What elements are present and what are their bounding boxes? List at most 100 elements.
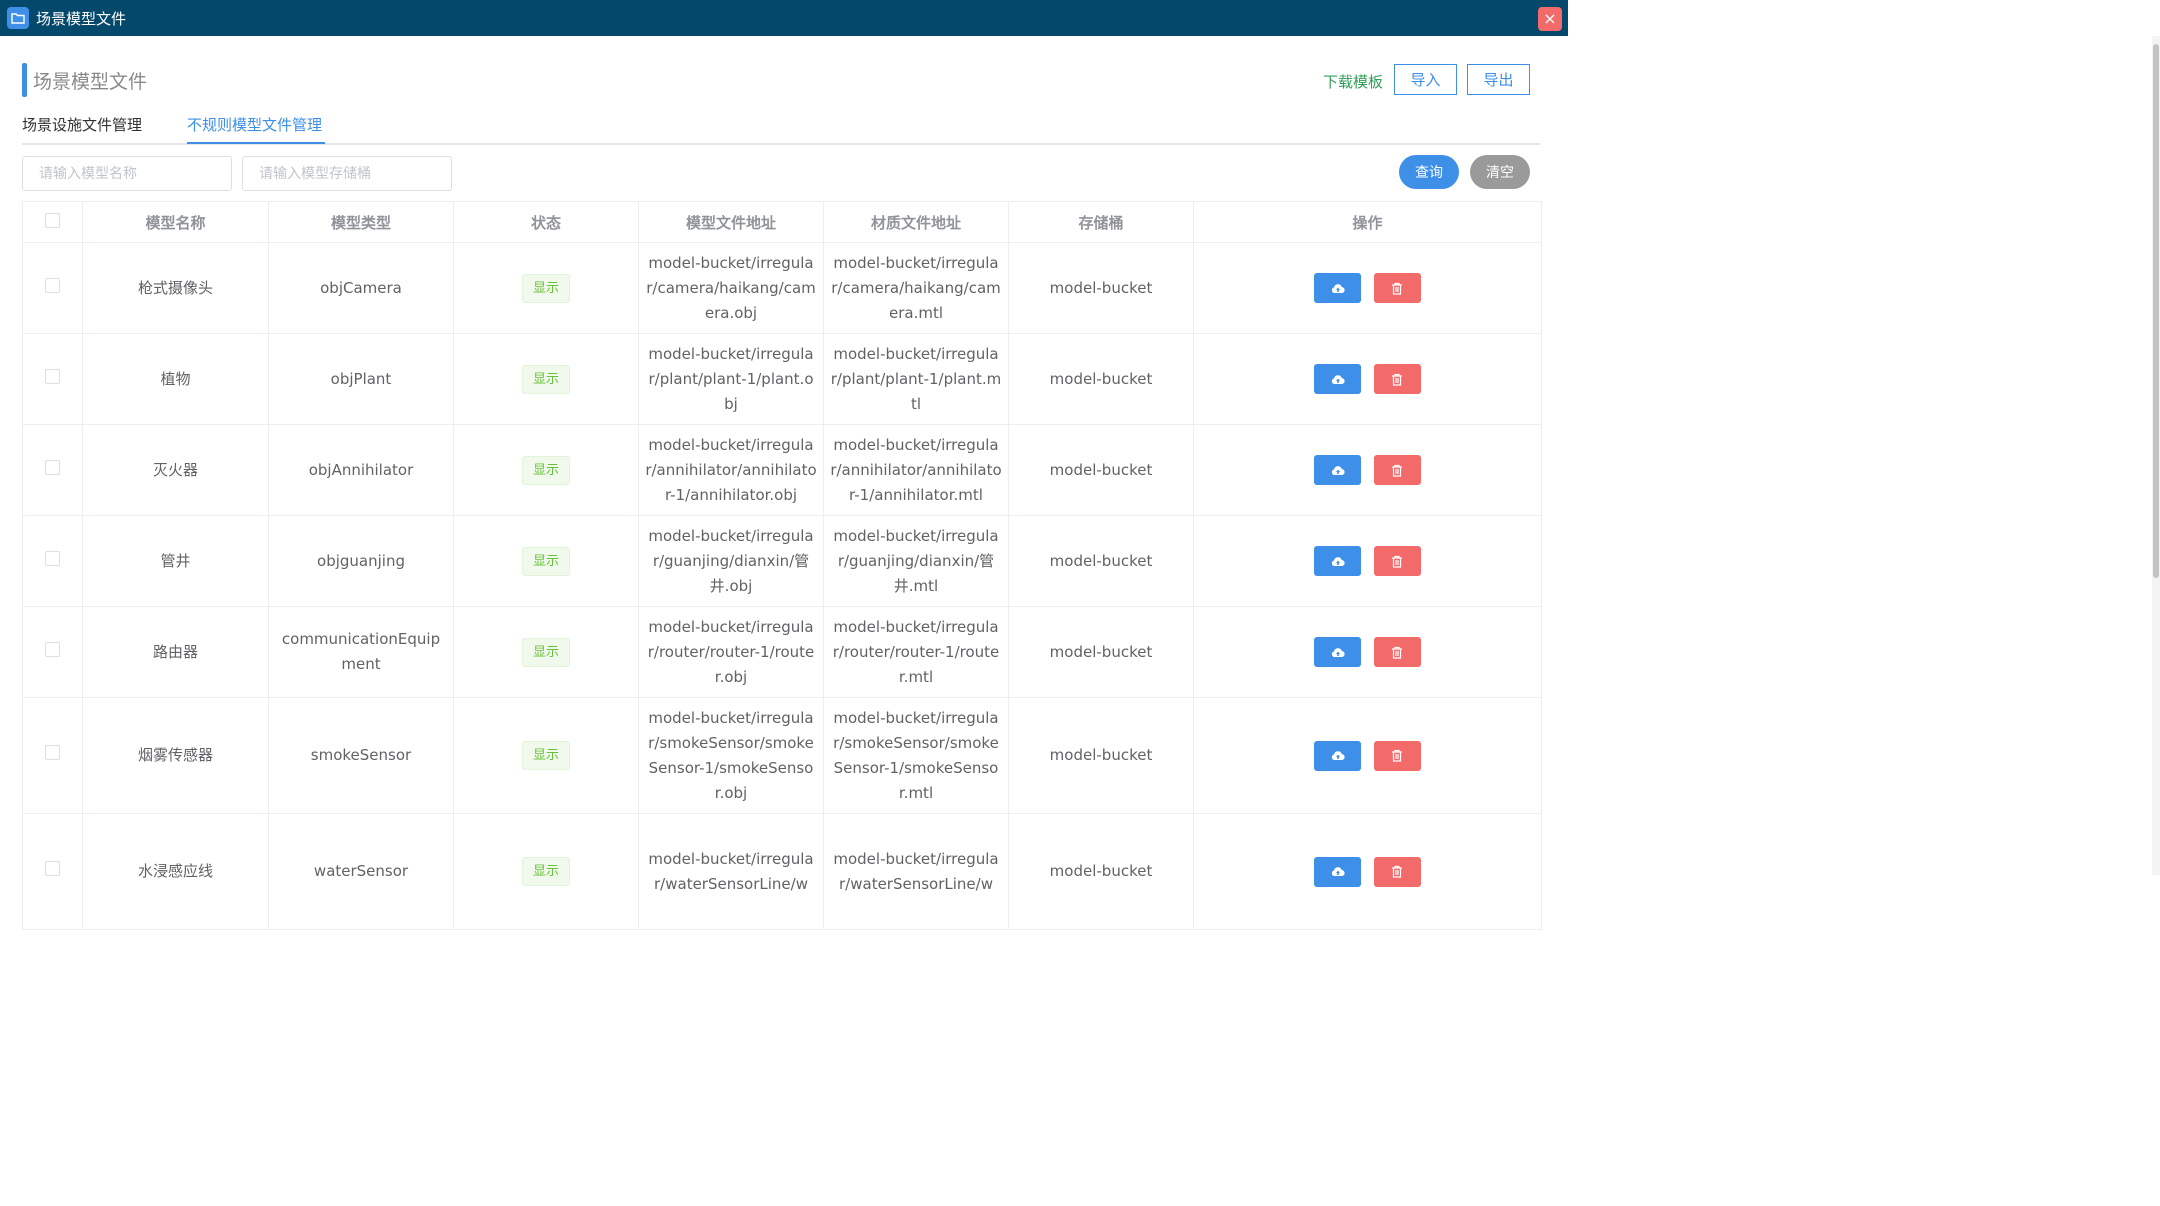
status-cell: 显示: [453, 242, 639, 334]
status-badge: 显示: [521, 546, 570, 576]
row-checkbox[interactable]: [45, 277, 60, 293]
row-select-cell: [22, 242, 83, 334]
table-row: 植物 objPlant 显示 model-bucket/irregular/pl…: [22, 333, 1542, 425]
status-badge: 显示: [521, 637, 570, 667]
table-row: 管井 objguanjing 显示 model-bucket/irregular…: [22, 515, 1542, 607]
upload-button[interactable]: [1314, 740, 1362, 771]
material-path-cell: model-bucket/irregular/annihilator/annih…: [823, 424, 1009, 516]
upload-button[interactable]: [1314, 273, 1362, 303]
model-name-input[interactable]: [22, 156, 232, 191]
column-header: 材质文件地址: [823, 201, 1009, 243]
tab-irregular-model-files[interactable]: 不规则模型文件管理: [187, 114, 322, 135]
tab-facility-files[interactable]: 场景设施文件管理: [22, 114, 142, 135]
clear-button[interactable]: 清空: [1470, 155, 1530, 189]
delete-button[interactable]: [1373, 364, 1421, 394]
folder-icon: [7, 7, 29, 29]
model-name-cell: 管井: [82, 515, 269, 607]
actions-cell: [1193, 242, 1542, 334]
model-name-cell: 烟雾传感器: [82, 697, 269, 814]
bucket-cell: model-bucket: [1008, 606, 1194, 698]
column-header: 模型类型: [268, 201, 454, 243]
actions-cell: [1193, 606, 1542, 698]
bucket-input[interactable]: [242, 156, 452, 191]
model-type-cell: waterSensor: [268, 813, 454, 930]
cloud-upload-icon: [1331, 283, 1345, 293]
upload-button[interactable]: [1314, 546, 1362, 576]
trash-icon: [1392, 749, 1403, 762]
cloud-upload-icon: [1331, 647, 1345, 657]
column-header: 状态: [453, 201, 639, 243]
download-template-link[interactable]: 下载模板: [1323, 71, 1383, 92]
actions-cell: [1193, 697, 1542, 814]
delete-button[interactable]: [1373, 455, 1421, 485]
status-cell: 显示: [453, 424, 639, 516]
delete-button[interactable]: [1373, 740, 1421, 771]
row-select-cell: [22, 333, 83, 425]
column-header: 存储桶: [1008, 201, 1194, 243]
upload-button[interactable]: [1314, 637, 1362, 667]
upload-button[interactable]: [1314, 455, 1362, 485]
row-checkbox[interactable]: [45, 550, 60, 566]
status-badge: 显示: [521, 857, 570, 886]
status-cell: 显示: [453, 333, 639, 425]
row-checkbox[interactable]: [45, 641, 60, 657]
material-path-cell: model-bucket/irregular/guanjing/dianxin/…: [823, 515, 1009, 607]
row-checkbox[interactable]: [45, 745, 60, 760]
actions-cell: [1193, 333, 1542, 425]
column-header: 模型名称: [82, 201, 269, 243]
table-row: 灭火器 objAnnihilator 显示 model-bucket/irreg…: [22, 424, 1542, 516]
material-path-cell: model-bucket/irregular/smokeSensor/smoke…: [823, 697, 1009, 814]
row-select-cell: [22, 606, 83, 698]
status-cell: 显示: [453, 515, 639, 607]
model-type-cell: objPlant: [268, 333, 454, 425]
model-path-cell: model-bucket/irregular/camera/haikang/ca…: [638, 242, 824, 334]
model-name-cell: 水浸感应线: [82, 813, 269, 930]
cloud-upload-icon: [1331, 374, 1345, 384]
row-checkbox[interactable]: [45, 368, 60, 384]
cloud-upload-icon: [1331, 556, 1345, 566]
status-cell: 显示: [453, 697, 639, 814]
trash-icon: [1392, 282, 1403, 295]
close-button[interactable]: ×: [1538, 7, 1562, 31]
row-select-cell: [22, 697, 83, 814]
model-path-cell: model-bucket/irregular/router/router-1/r…: [638, 606, 824, 698]
window-title: 场景模型文件: [36, 9, 127, 28]
model-type-cell: objCamera: [268, 242, 454, 334]
column-header: 模型文件地址: [638, 201, 824, 243]
delete-button[interactable]: [1373, 546, 1421, 576]
close-icon: ×: [1543, 9, 1557, 28]
actions-cell: [1193, 515, 1542, 607]
page-scrollbar-thumb[interactable]: [2153, 44, 2159, 578]
query-button[interactable]: 查询: [1399, 155, 1459, 189]
model-name-cell: 路由器: [82, 606, 269, 698]
status-cell: 显示: [453, 606, 639, 698]
row-select-cell: [22, 424, 83, 516]
delete-button[interactable]: [1373, 273, 1421, 303]
model-path-cell: model-bucket/irregular/annihilator/annih…: [638, 424, 824, 516]
model-path-cell: model-bucket/irregular/waterSensorLine/w: [638, 813, 824, 930]
bucket-cell: model-bucket: [1008, 697, 1194, 814]
model-name-cell: 灭火器: [82, 424, 269, 516]
model-path-cell: model-bucket/irregular/plant/plant-1/pla…: [638, 333, 824, 425]
row-select-cell: [22, 515, 83, 607]
material-path-cell: model-bucket/irregular/camera/haikang/ca…: [823, 242, 1009, 334]
bucket-cell: model-bucket: [1008, 333, 1194, 425]
status-badge: 显示: [521, 273, 570, 303]
select-all-checkbox[interactable]: [45, 212, 60, 228]
status-cell: 显示: [453, 813, 639, 930]
active-tab-indicator: [187, 142, 325, 144]
delete-button[interactable]: [1373, 856, 1421, 887]
trash-icon: [1392, 373, 1403, 386]
bucket-cell: model-bucket: [1008, 242, 1194, 334]
trash-icon: [1392, 464, 1403, 477]
row-checkbox[interactable]: [45, 861, 60, 876]
export-button[interactable]: 导出: [1467, 64, 1530, 95]
tab-bar: 场景设施文件管理 不规则模型文件管理: [22, 109, 1540, 145]
row-checkbox[interactable]: [45, 459, 60, 475]
status-badge: 显示: [521, 741, 570, 770]
delete-button[interactable]: [1373, 637, 1421, 667]
upload-button[interactable]: [1314, 364, 1362, 394]
upload-button[interactable]: [1314, 856, 1362, 887]
import-button[interactable]: 导入: [1394, 64, 1457, 95]
trash-icon: [1392, 646, 1403, 659]
